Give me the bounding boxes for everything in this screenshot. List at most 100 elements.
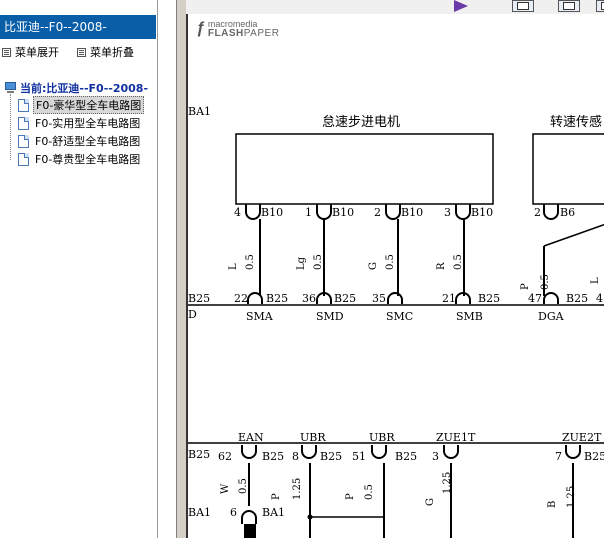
svg-text:62: 62 bbox=[218, 450, 232, 463]
tree-root-label: 当前:比亚迪--F0--2008- bbox=[20, 82, 149, 95]
svg-text:Lg: Lg bbox=[296, 256, 307, 270]
bottom-connector-ba1: BA1 6 BA1 bbox=[188, 506, 285, 538]
tree-item-label: F0-豪华型全车电路图 bbox=[33, 96, 145, 114]
svg-text:4: 4 bbox=[596, 292, 603, 305]
tree-root[interactable]: 当前:比亚迪--F0--2008- bbox=[4, 80, 148, 96]
fit-page-button[interactable] bbox=[596, 0, 604, 12]
tree-item[interactable]: F0-实用型全车电路图 bbox=[18, 115, 142, 131]
svg-text:B: B bbox=[547, 501, 558, 508]
svg-text:B25: B25 bbox=[395, 450, 417, 463]
svg-text:SMD: SMD bbox=[316, 310, 344, 323]
svg-text:UBR: UBR bbox=[300, 431, 326, 444]
svg-text:8: 8 bbox=[292, 450, 299, 463]
svg-text:EAN: EAN bbox=[238, 431, 264, 444]
splitter[interactable] bbox=[158, 0, 176, 538]
svg-text:BA1: BA1 bbox=[262, 506, 285, 519]
connector-ba1-label: BA1 bbox=[188, 105, 211, 118]
row1-left-char: D bbox=[188, 308, 197, 321]
svg-text:4: 4 bbox=[234, 206, 241, 219]
svg-text:0.5: 0.5 bbox=[313, 254, 324, 270]
tree-connector bbox=[10, 94, 11, 160]
svg-text:G: G bbox=[425, 498, 436, 506]
svg-text:B10: B10 bbox=[471, 206, 493, 219]
svg-text:35: 35 bbox=[372, 292, 386, 305]
tree-item[interactable]: F0-尊贵型全车电路图 bbox=[18, 151, 142, 167]
svg-text:21: 21 bbox=[442, 292, 456, 305]
svg-text:1: 1 bbox=[305, 206, 312, 219]
svg-text:BA1: BA1 bbox=[188, 506, 211, 519]
menu-icon bbox=[77, 47, 86, 57]
menu-icon bbox=[2, 47, 11, 57]
motor-box bbox=[235, 133, 494, 205]
play-icon[interactable] bbox=[454, 0, 468, 12]
tree-item-label: F0-舒适型全车电路图 bbox=[35, 135, 141, 148]
panel-title: 比亚迪--F0--2008- bbox=[0, 15, 156, 39]
lower-signal-ubr-2: UBR 51 B25 P 0.5 bbox=[345, 431, 417, 538]
tree-item-label: F0-尊贵型全车电路图 bbox=[35, 153, 141, 166]
svg-text:0.5: 0.5 bbox=[364, 484, 375, 500]
svg-text:B25: B25 bbox=[478, 292, 500, 305]
svg-text:0.5: 0.5 bbox=[385, 254, 396, 270]
two-page-button[interactable] bbox=[558, 0, 580, 12]
document-page: ƒ macromedia FLASHPAPER BA1 怠速步进电机 转速传感 … bbox=[186, 14, 604, 538]
lower-signal-zue2t: ZUE2T 7 B25 B 1.25 bbox=[547, 431, 604, 538]
lower-left-conn: B25 bbox=[188, 448, 210, 461]
svg-text:ZUE1T: ZUE1T bbox=[436, 431, 476, 444]
svg-text:3: 3 bbox=[432, 450, 439, 463]
svg-text:51: 51 bbox=[352, 450, 366, 463]
wiring-diagram: BA1 怠速步进电机 转速传感 4 B10 L 0.5 22 B25 SMA 1… bbox=[188, 105, 604, 538]
svg-text:SMC: SMC bbox=[386, 310, 413, 323]
svg-text:B6: B6 bbox=[560, 206, 575, 219]
svg-text:W: W bbox=[220, 483, 231, 494]
sensor-box bbox=[532, 133, 604, 205]
svg-text:B25: B25 bbox=[320, 450, 342, 463]
document-icon bbox=[18, 98, 29, 112]
svg-text:1.25: 1.25 bbox=[442, 472, 453, 494]
document-icon bbox=[18, 134, 29, 148]
svg-text:SMB: SMB bbox=[456, 310, 483, 323]
motor-title: 怠速步进电机 bbox=[322, 114, 400, 130]
frame-border bbox=[176, 0, 186, 538]
svg-text:36: 36 bbox=[302, 292, 316, 305]
svg-text:SMA: SMA bbox=[246, 310, 274, 323]
expand-menu-link[interactable]: 菜单展开 bbox=[2, 44, 59, 60]
viewer-toolbar bbox=[186, 0, 604, 14]
svg-text:0.5: 0.5 bbox=[238, 478, 249, 494]
svg-text:R: R bbox=[436, 262, 447, 270]
svg-text:B25: B25 bbox=[266, 292, 288, 305]
svg-text:2: 2 bbox=[374, 206, 381, 219]
svg-text:B25: B25 bbox=[566, 292, 588, 305]
svg-text:3: 3 bbox=[444, 206, 451, 219]
svg-text:2: 2 bbox=[534, 206, 541, 219]
single-page-button[interactable] bbox=[512, 0, 534, 12]
svg-text:B25: B25 bbox=[334, 292, 356, 305]
svg-text:G: G bbox=[368, 262, 379, 270]
svg-text:22: 22 bbox=[234, 292, 248, 305]
svg-text:B10: B10 bbox=[261, 206, 283, 219]
row1-left-conn: B25 bbox=[188, 292, 210, 305]
tree-item[interactable]: F0-豪华型全车电路图 bbox=[18, 96, 145, 114]
svg-text:B10: B10 bbox=[401, 206, 423, 219]
svg-text:B25: B25 bbox=[262, 450, 284, 463]
svg-text:UBR: UBR bbox=[369, 431, 395, 444]
svg-text:7: 7 bbox=[555, 450, 562, 463]
svg-text:1.25: 1.25 bbox=[292, 478, 303, 500]
svg-text:B25: B25 bbox=[584, 450, 604, 463]
svg-text:0.5: 0.5 bbox=[245, 254, 256, 270]
svg-text:1.25: 1.25 bbox=[566, 486, 577, 508]
svg-text:P: P bbox=[520, 283, 531, 290]
svg-text:P: P bbox=[271, 493, 282, 500]
sensor-title: 转速传感 bbox=[550, 114, 602, 130]
document-icon bbox=[18, 116, 29, 130]
collapse-menu-link[interactable]: 菜单折叠 bbox=[77, 44, 134, 60]
collapse-menu-label: 菜单折叠 bbox=[90, 46, 134, 59]
svg-text:L: L bbox=[228, 263, 239, 270]
tree-item[interactable]: F0-舒适型全车电路图 bbox=[18, 133, 142, 149]
svg-text:0.5: 0.5 bbox=[453, 254, 464, 270]
lower-signal-zue1t: ZUE1T 3 G 1.25 bbox=[425, 431, 476, 538]
svg-text:6: 6 bbox=[230, 506, 237, 519]
svg-text:B10: B10 bbox=[332, 206, 354, 219]
expand-menu-label: 菜单展开 bbox=[15, 46, 59, 59]
flashpaper-viewer: ƒ macromedia FLASHPAPER BA1 怠速步进电机 转速传感 … bbox=[186, 0, 604, 538]
tree-item-label: F0-实用型全车电路图 bbox=[35, 117, 141, 130]
